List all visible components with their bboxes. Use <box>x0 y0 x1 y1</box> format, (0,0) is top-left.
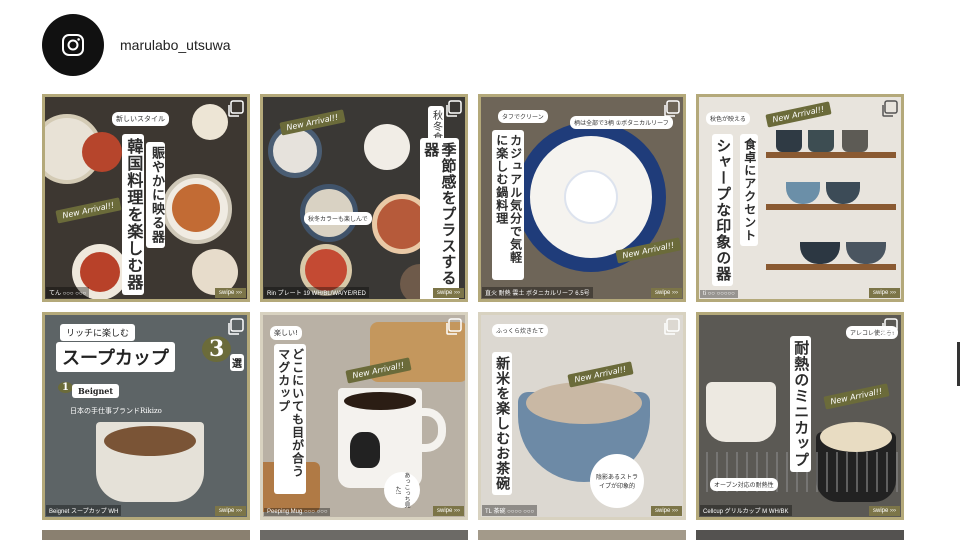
carousel-icon <box>226 100 244 118</box>
item-name: Beignet <box>72 384 120 398</box>
post-kicker: リッチに楽しむ <box>60 324 136 341</box>
post-caption: Cellcup グリルカップ M WH/BK <box>700 505 792 516</box>
carousel-icon <box>662 318 680 336</box>
cup-image <box>808 130 834 152</box>
cup-image <box>776 130 802 152</box>
post-note: 柄は全部で3柄 ①ボタニカルリーフ <box>570 116 673 129</box>
post-note: 陰影あるストライプが印象的 <box>590 454 644 508</box>
post-kicker: タフでクリーン <box>498 110 548 123</box>
post-subtitle: 韓国料理を楽しむ器 <box>122 134 145 295</box>
swipe-label: swipe ››› <box>432 288 464 298</box>
post-subtitle: シャープな印象の器 <box>712 134 734 286</box>
swipe-label: swipe ››› <box>214 288 246 298</box>
post-tile[interactable]: リッチに楽しむ スープカップ 3 選 1 Beignet 日本の手仕事ブランドR… <box>42 312 250 520</box>
post-title: 食卓にアクセント <box>740 134 758 246</box>
post-caption: Peeping Mug ○○○ ○○○ <box>264 508 331 516</box>
rice-image <box>526 382 642 424</box>
swipe-label: swipe ››› <box>868 506 900 516</box>
post-title-end: 選 <box>230 354 244 371</box>
post-tile[interactable]: アレコレ使える! 耐熱のミニカップ New Arrival!! オーブン対応の耐… <box>696 312 904 520</box>
post-tile[interactable]: New Arrival!! 秋冬食卓 季節感をプラスする器 秋冬カラーも楽しんで… <box>260 94 468 302</box>
post-kicker: 楽しい! <box>270 326 302 340</box>
post-title: 季節感をプラスする器 <box>420 138 459 302</box>
swipe-label: swipe ››› <box>650 506 682 516</box>
item-number: 1 <box>58 382 73 393</box>
post-caption: TL 茶碗 ○○○○ ○○○ <box>482 505 538 516</box>
carousel-icon <box>444 100 462 118</box>
plate-image <box>364 124 410 170</box>
shelf-image <box>766 204 896 210</box>
carousel-icon <box>662 100 680 118</box>
shelf-image <box>766 152 896 158</box>
shelf-image <box>766 264 896 270</box>
post-title: 新米を楽しむお茶碗 <box>492 352 513 495</box>
post-title: スープカップ <box>56 342 175 372</box>
post-caption: Rin プレート 19 WH/BL/WA/YE/RED <box>264 287 369 298</box>
plate-image <box>82 132 122 172</box>
profile-header: marulabo_utsuwa <box>42 14 231 76</box>
post-caption: てん ○○○ ○○○ <box>46 287 90 298</box>
post-tile[interactable]: 秋色が映える New Arrival!! 食卓にアクセント シャープな印象の器 … <box>696 94 904 302</box>
carousel-icon <box>226 318 244 336</box>
post-title: 賑やかに映る器 <box>146 142 165 248</box>
cat-image <box>350 432 380 468</box>
post-title: カジュアル気分で気軽に楽しむ鍋料理 <box>492 130 524 280</box>
cup-image <box>706 382 776 442</box>
food-image <box>820 422 892 452</box>
post-tile[interactable] <box>696 530 904 540</box>
post-kicker: ふっくら炊きたて <box>492 324 549 337</box>
profile-username[interactable]: marulabo_utsuwa <box>120 37 231 53</box>
post-tile[interactable] <box>260 530 468 540</box>
plate-image <box>80 252 120 292</box>
post-caption: ti ○○ ○○○○○ <box>700 290 738 298</box>
carousel-icon <box>880 318 898 336</box>
plate-image <box>192 104 228 140</box>
post-tile[interactable]: ふっくら炊きたて 新米を楽しむお茶碗 New Arrival!! 陰影あるストラ… <box>478 312 686 520</box>
post-note: あっこっち見た! <box>384 472 420 508</box>
post-tile[interactable]: タフでクリーン 柄は全部で3柄 ①ボタニカルリーフ カジュアル気分で気軽に楽しむ… <box>478 94 686 302</box>
cup-image <box>842 130 868 152</box>
post-tile[interactable] <box>42 530 250 540</box>
post-tile[interactable]: 楽しい! どこにいても目が合うマグカップ New Arrival!! あっこっち… <box>260 312 468 520</box>
soup-image <box>104 426 196 456</box>
post-tile[interactable] <box>478 530 686 540</box>
plate-image <box>172 184 220 232</box>
post-grid: 新しいスタイル 韓国料理を楽しむ器 賑やかに映る器 New Arrival!! … <box>42 94 912 520</box>
item-desc: 日本の手仕事ブランドRikizo <box>70 407 162 415</box>
swipe-label: swipe ››› <box>868 288 900 298</box>
post-note: 秋冬カラーも楽しんで <box>304 212 372 225</box>
post-title: 耐熱のミニカップ <box>790 336 812 472</box>
post-tile[interactable]: 新しいスタイル 韓国料理を楽しむ器 賑やかに映る器 New Arrival!! … <box>42 94 250 302</box>
post-note: オーブン対応の耐熱性 <box>710 478 778 491</box>
coffee-image <box>344 392 416 410</box>
swipe-label: swipe ››› <box>214 506 246 516</box>
carousel-icon <box>880 100 898 118</box>
post-title-number: 3 <box>202 336 232 362</box>
post-kicker: 秋色が映える <box>706 112 750 125</box>
pot-lid <box>564 170 618 224</box>
post-title: どこにいても目が合うマグカップ <box>274 344 306 494</box>
post-caption: Beignet スープカップ WH <box>46 505 122 516</box>
instagram-icon <box>62 34 84 56</box>
profile-avatar[interactable] <box>42 14 104 76</box>
post-kicker: 新しいスタイル <box>112 112 169 126</box>
post-grid-next-row <box>42 530 912 540</box>
carousel-icon <box>444 318 462 336</box>
swipe-label: swipe ››› <box>650 288 682 298</box>
post-caption: 直火 耐熱 雲土 ボタニカルリーフ 6.5号 <box>482 287 593 298</box>
swipe-label: swipe ››› <box>432 506 464 516</box>
